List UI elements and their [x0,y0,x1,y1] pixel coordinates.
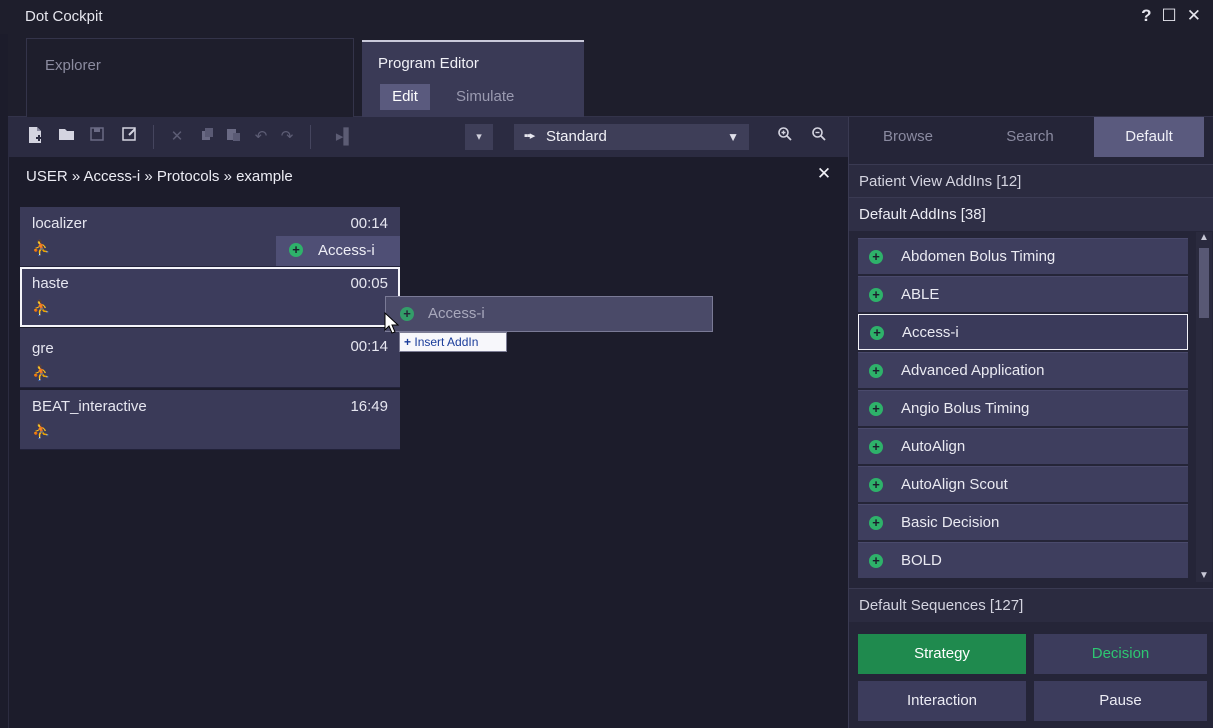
scroll-down-icon[interactable]: ▼ [1196,570,1212,582]
list-item-access-i[interactable]: + Access-i [858,314,1188,350]
tab-default[interactable]: Default [1094,117,1204,157]
save-icon[interactable] [86,126,108,148]
help-icon[interactable]: ? [1141,6,1151,26]
plus-circle-icon: + [869,478,883,492]
zoom-out-icon[interactable] [808,126,830,148]
list-item-bold[interactable]: + BOLD [858,542,1188,578]
addin-label: Advanced Application [901,362,1045,379]
small-dropdown[interactable]: ▾ [465,124,493,150]
protocol-time: 00:05 [350,275,388,292]
section-default-addins[interactable]: Default AddIns [38] [849,197,1213,231]
addin-label: AutoAlign [901,438,966,455]
save-as-icon[interactable] [118,126,140,148]
list-item-autoalign[interactable]: + AutoAlign [858,428,1188,464]
patient-icon: ⛹ [32,423,51,440]
plus-circle-icon: + [870,326,884,340]
view-mode-value: Standard [546,128,607,145]
addin-label: Access-i [902,324,959,341]
breadcrumb: USER » Access-i » Protocols » example [26,168,293,185]
title-bar [0,0,1213,34]
insert-addin-tooltip: + Insert AddIn [399,332,507,352]
plus-icon: + [404,335,412,349]
tab-program-editor-label: Program Editor [378,55,479,72]
protocol-row-beat-interactive[interactable]: BEAT_interactive 16:49 ⛹ [20,390,400,450]
close-icon[interactable]: ✕ [814,164,834,186]
sequence-strategy-button[interactable]: Strategy [858,634,1026,674]
redo-icon[interactable]: ↷ [276,126,298,148]
plus-circle-icon: + [869,402,883,416]
copy-icon[interactable] [196,126,218,148]
tab-explorer[interactable]: Explorer [26,38,354,117]
sequence-icon: ▪▪▸ [524,130,535,142]
undo-icon[interactable]: ↶ [250,126,272,148]
plus-circle-icon: + [869,288,883,302]
toolbar-separator [310,125,311,149]
maximize-icon[interactable]: ☐ [1162,6,1177,26]
addin-list: + Abdomen Bolus Timing + ABLE + Access-i… [858,238,1188,580]
plus-circle-icon: + [869,364,883,378]
patient-icon: ⛹ [32,300,51,317]
patient-icon: ⛹ [32,365,51,382]
attached-addin-label: Access-i [318,242,375,259]
protocol-time: 00:14 [350,215,388,232]
subtab-simulate[interactable]: Simulate [456,84,556,110]
tab-search[interactable]: Search [968,117,1092,157]
protocol-time: 16:49 [350,398,388,415]
tooltip-text: Insert AddIn [414,335,479,349]
protocol-name: gre [32,340,54,357]
addin-label: Abdomen Bolus Timing [901,248,1056,265]
addin-list-scrollbar[interactable]: ▲ ▼ [1196,232,1212,582]
app-title: Dot Cockpit [25,8,103,25]
view-mode-dropdown[interactable]: ▪▪▸ Standard ▼ [514,124,749,150]
attached-addin-chip[interactable]: + Access-i [276,236,400,266]
sequence-pause-button[interactable]: Pause [1034,681,1207,721]
delete-icon[interactable]: ✕ [166,126,188,148]
sequence-interaction-button[interactable]: Interaction [858,681,1026,721]
drag-ghost: + Access-i [385,296,713,332]
drag-ghost-label: Access-i [428,305,485,322]
addin-label: Basic Decision [901,514,1000,531]
new-file-icon[interactable] [24,126,46,148]
sequence-decision-button[interactable]: Decision [1034,634,1207,674]
chevron-down-icon: ▼ [727,130,739,144]
scroll-up-icon[interactable]: ▲ [1196,232,1212,244]
open-folder-icon[interactable] [56,126,78,148]
protocol-time: 00:14 [350,338,388,355]
toolbar-separator [153,125,154,149]
protocol-name: localizer [32,215,88,232]
protocol-name: haste [32,275,69,292]
protocol-name: BEAT_interactive [32,398,147,415]
protocol-row-haste[interactable]: haste 00:05 ⛹ [20,267,400,327]
plus-circle-icon: + [869,440,883,454]
list-item-abdomen-bolus-timing[interactable]: + Abdomen Bolus Timing [858,238,1188,274]
plus-circle-icon: + [869,554,883,568]
zoom-in-icon[interactable] [774,126,796,148]
panel-tabs: Browse Search Default [848,117,1213,157]
list-item-angio-bolus-timing[interactable]: + Angio Bolus Timing [858,390,1188,426]
addin-label: Angio Bolus Timing [901,400,1030,417]
addin-label: AutoAlign Scout [901,476,1008,493]
paste-icon[interactable] [222,126,244,148]
section-patient-view-addins[interactable]: Patient View AddIns [12] [849,164,1213,198]
addin-label: BOLD [901,552,942,569]
run-icon[interactable]: ▸▌ [334,126,356,148]
list-item-basic-decision[interactable]: + Basic Decision [858,504,1188,540]
scroll-thumb[interactable] [1199,248,1209,318]
plus-circle-icon: + [869,250,883,264]
list-item-able[interactable]: + ABLE [858,276,1188,312]
protocol-row-gre[interactable]: gre 00:14 ⛹ [20,328,400,388]
list-item-autoalign-scout[interactable]: + AutoAlign Scout [858,466,1188,502]
window-controls: ? ☐ ✕ [1141,6,1201,26]
list-item-advanced-application[interactable]: + Advanced Application [858,352,1188,388]
tab-explorer-label: Explorer [45,57,101,74]
section-default-sequences[interactable]: Default Sequences [127] [849,588,1213,622]
close-icon[interactable]: ✕ [1187,6,1201,26]
patient-icon: ⛹ [32,240,51,257]
plus-circle-icon: + [289,243,303,257]
tab-browse[interactable]: Browse [848,117,968,157]
addin-label: ABLE [901,286,940,303]
plus-circle-icon: + [869,516,883,530]
subtab-edit[interactable]: Edit [380,84,430,110]
